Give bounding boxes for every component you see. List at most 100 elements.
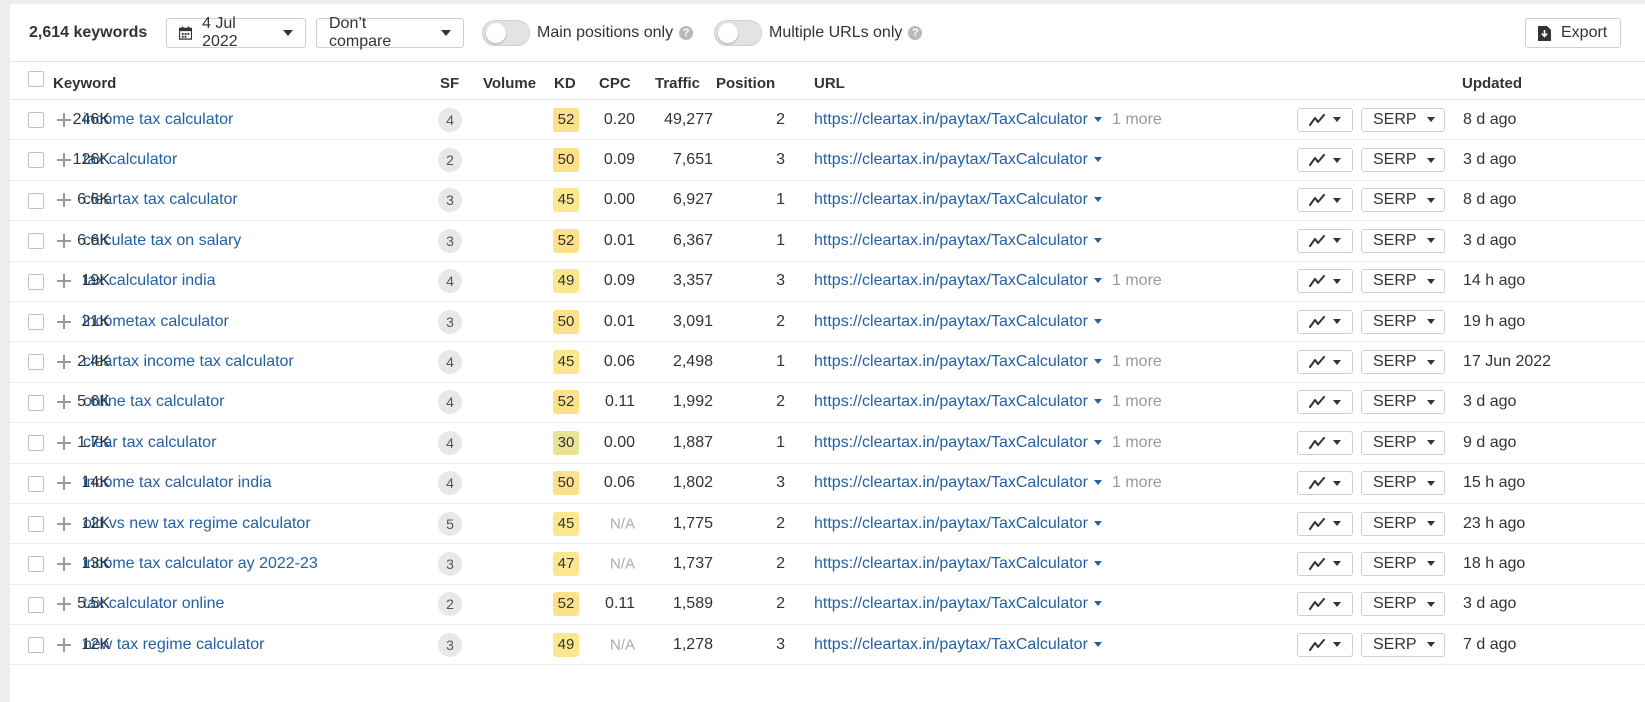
- serp-features-badge[interactable]: 3: [438, 551, 462, 576]
- serp-features-badge[interactable]: 3: [438, 228, 462, 253]
- multiple-urls-toggle[interactable]: [714, 20, 762, 46]
- header-sf[interactable]: SF: [440, 75, 459, 92]
- url-link[interactable]: https://cleartax.in/paytax/TaxCalculator: [814, 191, 1102, 209]
- position-history-button[interactable]: [1297, 148, 1353, 173]
- position-history-button[interactable]: [1297, 430, 1353, 455]
- serp-features-badge[interactable]: 3: [438, 309, 462, 334]
- add-keyword-plus-icon[interactable]: [57, 233, 71, 248]
- add-keyword-plus-icon[interactable]: [57, 516, 71, 531]
- url-link[interactable]: https://cleartax.in/paytax/TaxCalculator: [814, 111, 1102, 129]
- row-checkbox[interactable]: [28, 515, 44, 532]
- url-link[interactable]: https://cleartax.in/paytax/TaxCalculator: [814, 353, 1102, 371]
- row-checkbox[interactable]: [28, 394, 44, 411]
- serp-features-badge[interactable]: 4: [438, 269, 462, 294]
- position-history-button[interactable]: [1297, 228, 1353, 253]
- add-keyword-plus-icon[interactable]: [57, 274, 71, 289]
- position-history-button[interactable]: [1297, 592, 1353, 617]
- add-keyword-plus-icon[interactable]: [57, 637, 71, 652]
- header-keyword[interactable]: Keyword: [53, 75, 116, 92]
- add-keyword-plus-icon[interactable]: [57, 556, 71, 571]
- compare-dropdown[interactable]: Don’t compare: [316, 15, 464, 50]
- position-history-button[interactable]: [1297, 309, 1353, 334]
- serp-dropdown-button[interactable]: SERP: [1361, 592, 1445, 617]
- more-urls-link[interactable]: 1 more: [1112, 272, 1162, 290]
- header-position[interactable]: Position: [716, 75, 775, 92]
- help-icon[interactable]: ?: [679, 26, 694, 40]
- url-link[interactable]: https://cleartax.in/paytax/TaxCalculator: [814, 232, 1102, 250]
- serp-features-badge[interactable]: 5: [438, 511, 462, 536]
- more-urls-link[interactable]: 1 more: [1112, 393, 1162, 411]
- serp-dropdown-button[interactable]: SERP: [1361, 148, 1445, 173]
- url-link[interactable]: https://cleartax.in/paytax/TaxCalculator: [814, 151, 1102, 169]
- add-keyword-plus-icon[interactable]: [57, 193, 71, 208]
- serp-features-badge[interactable]: 4: [438, 471, 462, 496]
- add-keyword-plus-icon[interactable]: [57, 435, 71, 450]
- serp-dropdown-button[interactable]: SERP: [1361, 228, 1445, 253]
- row-checkbox[interactable]: [28, 556, 44, 573]
- add-keyword-plus-icon[interactable]: [57, 153, 71, 168]
- row-checkbox[interactable]: [28, 152, 44, 169]
- add-keyword-plus-icon[interactable]: [57, 395, 71, 410]
- more-urls-link[interactable]: 1 more: [1112, 353, 1162, 371]
- serp-dropdown-button[interactable]: SERP: [1361, 551, 1445, 576]
- header-kd[interactable]: KD: [554, 75, 576, 92]
- url-link[interactable]: https://cleartax.in/paytax/TaxCalculator: [814, 595, 1102, 613]
- url-link[interactable]: https://cleartax.in/paytax/TaxCalculator: [814, 474, 1102, 492]
- serp-dropdown-button[interactable]: SERP: [1361, 511, 1445, 536]
- serp-dropdown-button[interactable]: SERP: [1361, 350, 1445, 375]
- position-history-button[interactable]: [1297, 269, 1353, 294]
- serp-features-badge[interactable]: 4: [438, 430, 462, 455]
- position-history-button[interactable]: [1297, 471, 1353, 496]
- row-checkbox[interactable]: [28, 354, 44, 371]
- more-urls-link[interactable]: 1 more: [1112, 474, 1162, 492]
- row-checkbox[interactable]: [28, 192, 44, 209]
- url-link[interactable]: https://cleartax.in/paytax/TaxCalculator: [814, 636, 1102, 654]
- url-link[interactable]: https://cleartax.in/paytax/TaxCalculator: [814, 393, 1102, 411]
- row-checkbox[interactable]: [28, 596, 44, 613]
- more-urls-link[interactable]: 1 more: [1112, 111, 1162, 129]
- position-history-button[interactable]: [1297, 350, 1353, 375]
- keyword-link[interactable]: income tax calculator ay 2022-23: [83, 555, 318, 573]
- serp-dropdown-button[interactable]: SERP: [1361, 632, 1445, 657]
- row-checkbox[interactable]: [28, 273, 44, 290]
- serp-features-badge[interactable]: 2: [438, 592, 462, 617]
- more-urls-link[interactable]: 1 more: [1112, 434, 1162, 452]
- url-link[interactable]: https://cleartax.in/paytax/TaxCalculator: [814, 515, 1102, 533]
- position-history-button[interactable]: [1297, 551, 1353, 576]
- url-link[interactable]: https://cleartax.in/paytax/TaxCalculator: [814, 272, 1102, 290]
- serp-features-badge[interactable]: 2: [438, 148, 462, 173]
- serp-dropdown-button[interactable]: SERP: [1361, 471, 1445, 496]
- serp-dropdown-button[interactable]: SERP: [1361, 309, 1445, 334]
- url-link[interactable]: https://cleartax.in/paytax/TaxCalculator: [814, 555, 1102, 573]
- serp-dropdown-button[interactable]: SERP: [1361, 188, 1445, 213]
- keyword-link[interactable]: old vs new tax regime calculator: [83, 515, 311, 533]
- url-link[interactable]: https://cleartax.in/paytax/TaxCalculator: [814, 313, 1102, 331]
- export-button[interactable]: Export: [1525, 18, 1621, 48]
- header-traffic[interactable]: Traffic: [655, 75, 700, 92]
- serp-dropdown-button[interactable]: SERP: [1361, 269, 1445, 294]
- serp-features-badge[interactable]: 3: [438, 188, 462, 213]
- main-positions-toggle[interactable]: [482, 20, 530, 46]
- url-link[interactable]: https://cleartax.in/paytax/TaxCalculator: [814, 434, 1102, 452]
- add-keyword-plus-icon[interactable]: [57, 314, 71, 329]
- position-history-button[interactable]: [1297, 632, 1353, 657]
- serp-features-badge[interactable]: 4: [438, 350, 462, 375]
- date-picker-button[interactable]: 4 Jul 2022: [166, 15, 306, 50]
- position-history-button[interactable]: [1297, 107, 1353, 132]
- position-history-button[interactable]: [1297, 188, 1353, 213]
- select-all-checkbox[interactable]: [28, 71, 44, 87]
- help-icon[interactable]: ?: [908, 26, 923, 40]
- keyword-link[interactable]: new tax regime calculator: [83, 636, 264, 654]
- serp-features-badge[interactable]: 3: [438, 632, 462, 657]
- serp-features-badge[interactable]: 4: [438, 107, 462, 132]
- header-updated[interactable]: Updated: [1462, 75, 1522, 92]
- row-checkbox[interactable]: [28, 233, 44, 250]
- add-keyword-plus-icon[interactable]: [57, 112, 71, 127]
- add-keyword-plus-icon[interactable]: [57, 476, 71, 491]
- keyword-link[interactable]: income tax calculator india: [83, 474, 272, 492]
- row-checkbox[interactable]: [28, 637, 44, 654]
- serp-dropdown-button[interactable]: SERP: [1361, 107, 1445, 132]
- header-url[interactable]: URL: [814, 75, 845, 92]
- serp-dropdown-button[interactable]: SERP: [1361, 430, 1445, 455]
- row-checkbox[interactable]: [28, 313, 44, 330]
